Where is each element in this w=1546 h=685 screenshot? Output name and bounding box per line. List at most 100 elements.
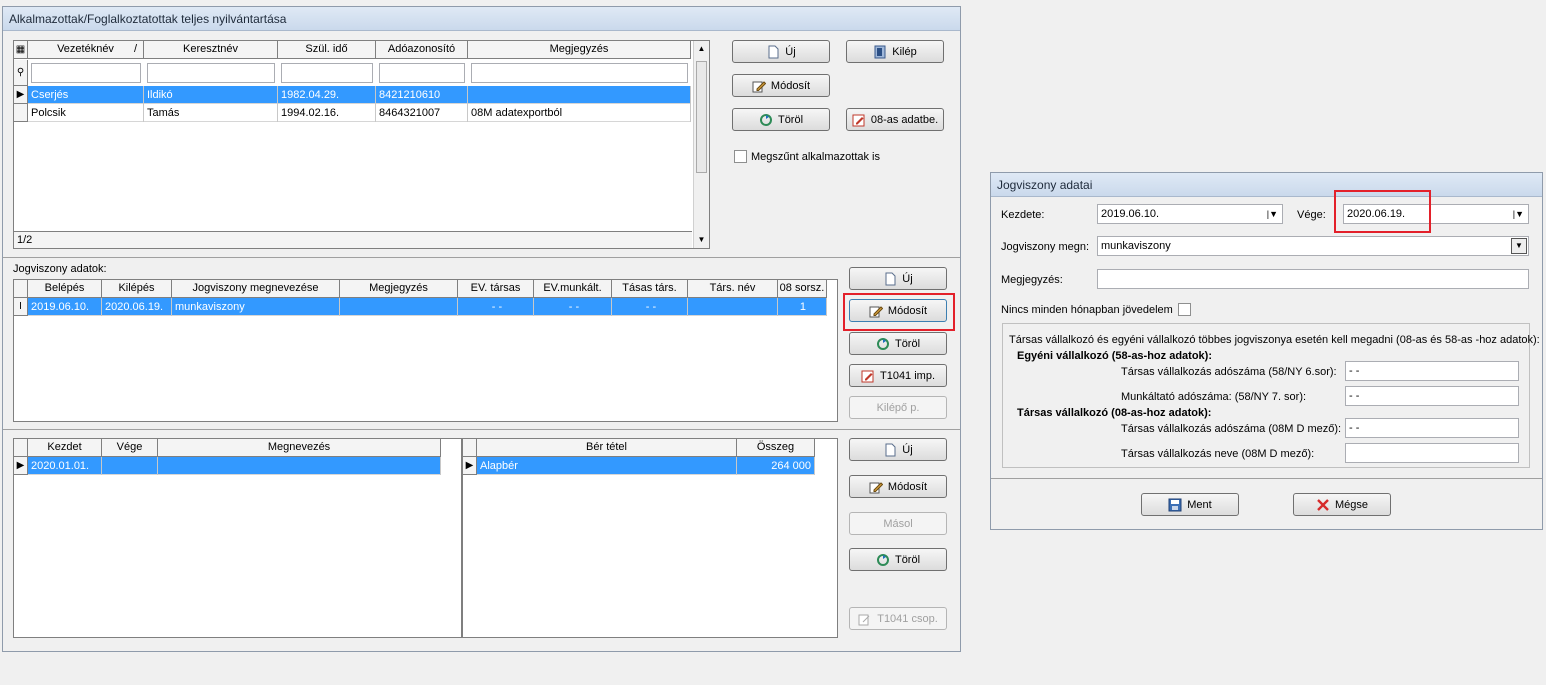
edit-form-icon — [861, 369, 875, 383]
section-divider — [3, 429, 960, 430]
col-header-megjegyzes[interactable]: Megjegyzés — [340, 280, 458, 298]
delete-recycle-icon — [876, 337, 890, 351]
scroll-down-icon[interactable]: ▼ — [694, 232, 709, 248]
jogviszony-section-label: Jogviszony adatok: — [13, 263, 107, 275]
multi-relation-group: Társas vállalkozó és egyéni vállalkozó t… — [1002, 323, 1540, 468]
main-window: Alkalmazottak/Foglalkoztatottak teljes n… — [2, 6, 961, 652]
tv-name-label: Társas vállalkozás neve (08M D mező): — [1121, 448, 1315, 460]
delete-recycle-icon — [759, 113, 773, 127]
group-import-icon — [858, 612, 872, 626]
tv-tax-field[interactable]: - - — [1345, 418, 1519, 438]
group-description: Társas vállalkozó és egyéni vállalkozó t… — [1009, 334, 1540, 346]
t1041-csop-button[interactable]: T1041 csop. — [849, 607, 947, 630]
main-window-title: Alkalmazottak/Foglalkoztatottak teljes n… — [3, 7, 960, 31]
col-header-keresztnev[interactable]: Keresztnév — [144, 41, 278, 59]
employees-grid[interactable]: ▦ Vezetéknév / Keresztnév Szül. idő Adóa… — [13, 40, 710, 249]
section-divider — [3, 257, 960, 258]
grid-corner — [14, 280, 28, 298]
col-header-megjegyzes[interactable]: Megjegyzés — [468, 41, 691, 59]
scroll-up-icon[interactable]: ▲ — [694, 41, 709, 57]
ev-employer-field[interactable]: - - — [1345, 386, 1519, 406]
filter-keresztnev[interactable] — [147, 63, 275, 83]
new-wage-button[interactable]: Új — [849, 438, 947, 461]
no-income-checkbox[interactable] — [1178, 303, 1191, 316]
col-header-vezeteknev[interactable]: Vezetéknév / — [28, 41, 144, 59]
new-jogviszony-button[interactable]: Új — [849, 267, 947, 290]
filter-vezeteknev[interactable] — [31, 63, 141, 83]
grid-options-icon[interactable]: ▦ — [14, 41, 28, 59]
edit-pencil-icon — [752, 79, 767, 93]
dropdown-arrow-icon[interactable]: |▼ — [1513, 205, 1524, 223]
table-row[interactable]: 2020.01.01. — [28, 457, 441, 475]
tv-tax-label: Társas vállalkozás adószáma (08M D mező)… — [1121, 423, 1342, 435]
modify-wage-button[interactable]: Módosít — [849, 475, 947, 498]
table-row[interactable]: Polcsik Tamás 1994.02.16. 8464321007 08M… — [28, 104, 691, 122]
col-header-kilepes[interactable]: Kilépés — [102, 280, 172, 298]
dialog-divider — [991, 478, 1542, 479]
note-field[interactable] — [1097, 269, 1529, 289]
modify-employee-button[interactable]: Módosít — [732, 74, 830, 97]
edit-form-icon — [852, 113, 866, 127]
grid-corner — [14, 439, 28, 457]
delete-recycle-icon — [876, 553, 890, 567]
new-document-icon — [766, 45, 780, 59]
kilepo-button[interactable]: Kilépő p. — [849, 396, 947, 419]
col-header-szul-ido[interactable]: Szül. idő — [278, 41, 376, 59]
dropdown-arrow-icon[interactable]: |▼ — [1267, 205, 1278, 223]
delete-jogviszony-button[interactable]: Töröl — [849, 332, 947, 355]
scroll-thumb[interactable] — [696, 61, 707, 173]
col-header-megnevezes[interactable]: Megnevezés — [158, 439, 441, 457]
col-header-osszeg[interactable]: Összeg — [737, 439, 815, 457]
row-pointer-icon: ▶ — [463, 457, 477, 475]
copy-button[interactable]: Másol — [849, 512, 947, 535]
col-header-ev-munkalt[interactable]: EV.munkált. — [534, 280, 612, 298]
row-indicator — [14, 104, 28, 122]
tv-name-field[interactable] — [1345, 443, 1519, 463]
ev-heading: Egyéni vállalkozó (58-as-hoz adatok): — [1017, 350, 1212, 362]
exit-button[interactable]: Kilép — [846, 40, 944, 63]
col-header-tasas-tars[interactable]: Tásas társ. — [612, 280, 688, 298]
delete-employee-button[interactable]: Töröl — [732, 108, 830, 131]
new-employee-button[interactable]: Új — [732, 40, 830, 63]
col-header-08-sorsz[interactable]: 08 sorsz. — [778, 280, 827, 298]
jogviszony-grid[interactable]: Belépés Kilépés Jogviszony megnevezése M… — [13, 279, 838, 422]
periods-grid[interactable]: Kezdet Vége Megnevezés ▶ 2020.01.01. — [13, 438, 462, 638]
new-document-icon — [883, 443, 897, 457]
delete-wage-button[interactable]: Töröl — [849, 548, 947, 571]
note-label: Megjegyzés: — [1001, 274, 1063, 286]
close-x-icon — [1316, 498, 1330, 512]
col-header-ber-tetel[interactable]: Bér tétel — [477, 439, 737, 457]
jogviszony-dialog: Jogviszony adatai Kezdete: 2019.06.10. |… — [990, 172, 1543, 530]
filter-megjegyzes[interactable] — [471, 63, 688, 83]
filter-szul-ido[interactable] — [281, 63, 373, 83]
col-header-adoazonosito[interactable]: Adóazonosító — [376, 41, 468, 59]
door-exit-icon — [873, 45, 887, 59]
start-date-field[interactable]: 2019.06.10. |▼ — [1097, 204, 1283, 224]
new-document-icon — [883, 272, 897, 286]
col-header-jogviszony-megnevezese[interactable]: Jogviszony megnevezése — [172, 280, 340, 298]
chevron-down-icon[interactable]: ▼ — [1511, 238, 1527, 254]
col-header-tars-nev[interactable]: Társ. név — [688, 280, 778, 298]
type-select[interactable]: munkaviszony ▼ — [1097, 236, 1529, 256]
save-button[interactable]: Ment — [1141, 493, 1239, 516]
filter-adoazonosito[interactable] — [379, 63, 465, 83]
col-header-vege[interactable]: Vége — [102, 439, 158, 457]
col-header-belepes[interactable]: Belépés — [28, 280, 102, 298]
binoculars-icon: ⚲ — [14, 60, 28, 86]
import-08-button[interactable]: 08-as adatbe. — [846, 108, 944, 131]
table-row[interactable]: Cserjés Ildikó 1982.04.29. 8421210610 — [28, 86, 691, 104]
t1041-import-button[interactable]: T1041 imp. — [849, 364, 947, 387]
dialog-title: Jogviszony adatai — [991, 173, 1542, 197]
col-header-kezdet[interactable]: Kezdet — [28, 439, 102, 457]
table-row[interactable]: Alapbér 264 000 — [477, 457, 815, 475]
tv-heading: Társas vállalkozó (08-as-hoz adatok): — [1017, 407, 1212, 419]
ev-tax-label: Társas vállalkozás adószáma (58/NY 6.sor… — [1121, 366, 1337, 378]
col-header-ev-tarsas[interactable]: EV. társas — [458, 280, 534, 298]
wages-grid[interactable]: Bér tétel Összeg ▶ Alapbér 264 000 — [462, 438, 838, 638]
vertical-scrollbar[interactable]: ▲ ▼ — [693, 41, 709, 248]
table-row[interactable]: 2019.06.10. 2020.06.19. munkaviszony - -… — [28, 298, 827, 316]
cancel-button[interactable]: Mégse — [1293, 493, 1391, 516]
show-terminated-label: Megszűnt alkalmazottak is — [751, 151, 880, 163]
ev-tax-field[interactable]: - - — [1345, 361, 1519, 381]
show-terminated-checkbox[interactable] — [734, 150, 747, 163]
